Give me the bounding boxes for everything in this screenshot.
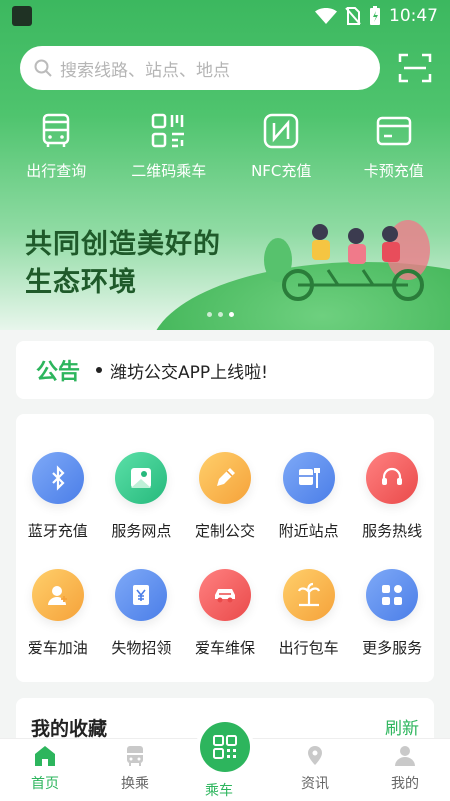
status-time: 10:47 (389, 6, 438, 26)
service-hotline[interactable]: 服务热线 (350, 452, 434, 541)
carousel-dot[interactable] (218, 312, 223, 317)
headset-icon (366, 452, 419, 504)
service-nearby-stops[interactable]: 附近站点 (267, 452, 351, 541)
qrcode-icon (213, 735, 237, 759)
notice-card[interactable]: 公告 潍坊公交APP上线啦! (16, 341, 434, 399)
tab-transfer[interactable]: 换乘 (90, 739, 180, 801)
service-outlets[interactable]: 服务网点 (100, 452, 184, 541)
no-sim-icon (345, 7, 361, 25)
carousel-indicator (207, 312, 234, 317)
quick-label: 二维码乘车 (131, 162, 207, 180)
pencil-icon (198, 452, 251, 504)
service-label: 出行包车 (278, 639, 339, 657)
palm-tree-icon (282, 569, 335, 621)
bus-icon (43, 113, 70, 147)
scan-icon[interactable] (398, 52, 432, 84)
apps-icon (366, 569, 419, 621)
search-placeholder: 搜索线路、站点、地点 (60, 60, 230, 81)
quick-card-prepay[interactable]: 卡预充值 (338, 112, 450, 181)
user-icon (395, 746, 415, 766)
tab-label: 我的 (391, 776, 419, 792)
home-icon (35, 746, 55, 766)
yen-bag-icon (115, 569, 168, 621)
services-grid: 蓝牙充值 服务网点 定制公交 附近站点 服务热线 爱车加油 失物招领 爱车维保 … (16, 452, 434, 658)
service-lost-found[interactable]: 失物招领 (100, 569, 184, 658)
service-car-maintenance[interactable]: 爱车维保 (183, 569, 267, 658)
quick-label: 卡预充值 (363, 162, 424, 180)
hero-banner: 10:47 搜索线路、站点、地点 出行查询 二维码乘车 NFC充值 卡预充值 共… (0, 0, 450, 330)
fuel-user-icon (31, 569, 84, 621)
quick-actions: 出行查询 二维码乘车 NFC充值 卡预充值 (0, 112, 450, 181)
service-label: 更多服务 (362, 639, 423, 657)
service-label: 服务网点 (111, 522, 172, 540)
service-label: 定制公交 (194, 522, 255, 540)
favorites-title: 我的收藏 (31, 718, 108, 740)
service-label: 爱车维保 (194, 639, 255, 657)
bus-stop-icon (282, 452, 335, 504)
refresh-link[interactable]: 刷新 (385, 714, 419, 739)
banner-line-2: 生态环境 (25, 267, 137, 298)
service-label: 爱车加油 (27, 639, 88, 657)
tab-label: 资讯 (301, 776, 329, 792)
search-icon (34, 59, 52, 77)
bullet-dot (96, 367, 103, 373)
tab-news[interactable]: 资讯 (270, 739, 360, 801)
service-car-fuel[interactable]: 爱车加油 (16, 569, 100, 658)
carousel-dot[interactable] (207, 312, 212, 317)
services-card: 蓝牙充值 服务网点 定制公交 附近站点 服务热线 爱车加油 失物招领 爱车维保 … (16, 414, 434, 682)
tab-ride-label: 乘车 (205, 783, 233, 799)
qrcode-icon (151, 113, 184, 148)
service-label: 附近站点 (278, 522, 339, 540)
bluetooth-icon (31, 452, 84, 504)
notice-text: 潍坊公交APP上线啦! (110, 362, 268, 383)
tab-label: 换乘 (121, 776, 149, 792)
battery-icon (370, 6, 380, 25)
search-input[interactable]: 搜索线路、站点、地点 (20, 46, 380, 90)
app-notification-icon (12, 6, 32, 26)
service-more[interactable]: 更多服务 (350, 569, 434, 658)
tab-home[interactable]: 首页 (0, 739, 90, 801)
service-custom-bus[interactable]: 定制公交 (183, 452, 267, 541)
banner-line-1: 共同创造美好的 (25, 229, 221, 260)
card-icon (376, 116, 411, 146)
quick-label: NFC充值 (251, 162, 312, 180)
quick-qrcode-ride[interactable]: 二维码乘车 (113, 112, 226, 181)
service-label: 失物招领 (111, 639, 172, 657)
service-label: 蓝牙充值 (27, 522, 88, 540)
notice-tag: 公告 (36, 360, 81, 385)
banner-slogan[interactable]: 共同创造美好的 生态环境 (25, 226, 221, 302)
news-location-icon (308, 746, 322, 765)
tab-label: 首页 (31, 776, 59, 792)
map-pin-icon (115, 452, 168, 504)
service-label: 服务热线 (362, 522, 423, 540)
nfc-icon (264, 113, 299, 149)
status-bar: 10:47 (0, 0, 450, 32)
transfer-bus-icon (127, 746, 143, 766)
tab-mine[interactable]: 我的 (360, 739, 450, 801)
quick-trip-query[interactable]: 出行查询 (0, 112, 113, 181)
ride-qrcode-button[interactable] (200, 722, 250, 772)
quick-label: 出行查询 (26, 162, 87, 180)
tandem-bike-illustration (264, 220, 430, 301)
service-bluetooth-recharge[interactable]: 蓝牙充值 (16, 452, 100, 541)
service-charter[interactable]: 出行包车 (267, 569, 351, 658)
carousel-dot-active[interactable] (229, 312, 234, 317)
wifi-icon (315, 8, 337, 24)
quick-nfc-recharge[interactable]: NFC充值 (225, 112, 338, 181)
car-icon (198, 569, 251, 621)
